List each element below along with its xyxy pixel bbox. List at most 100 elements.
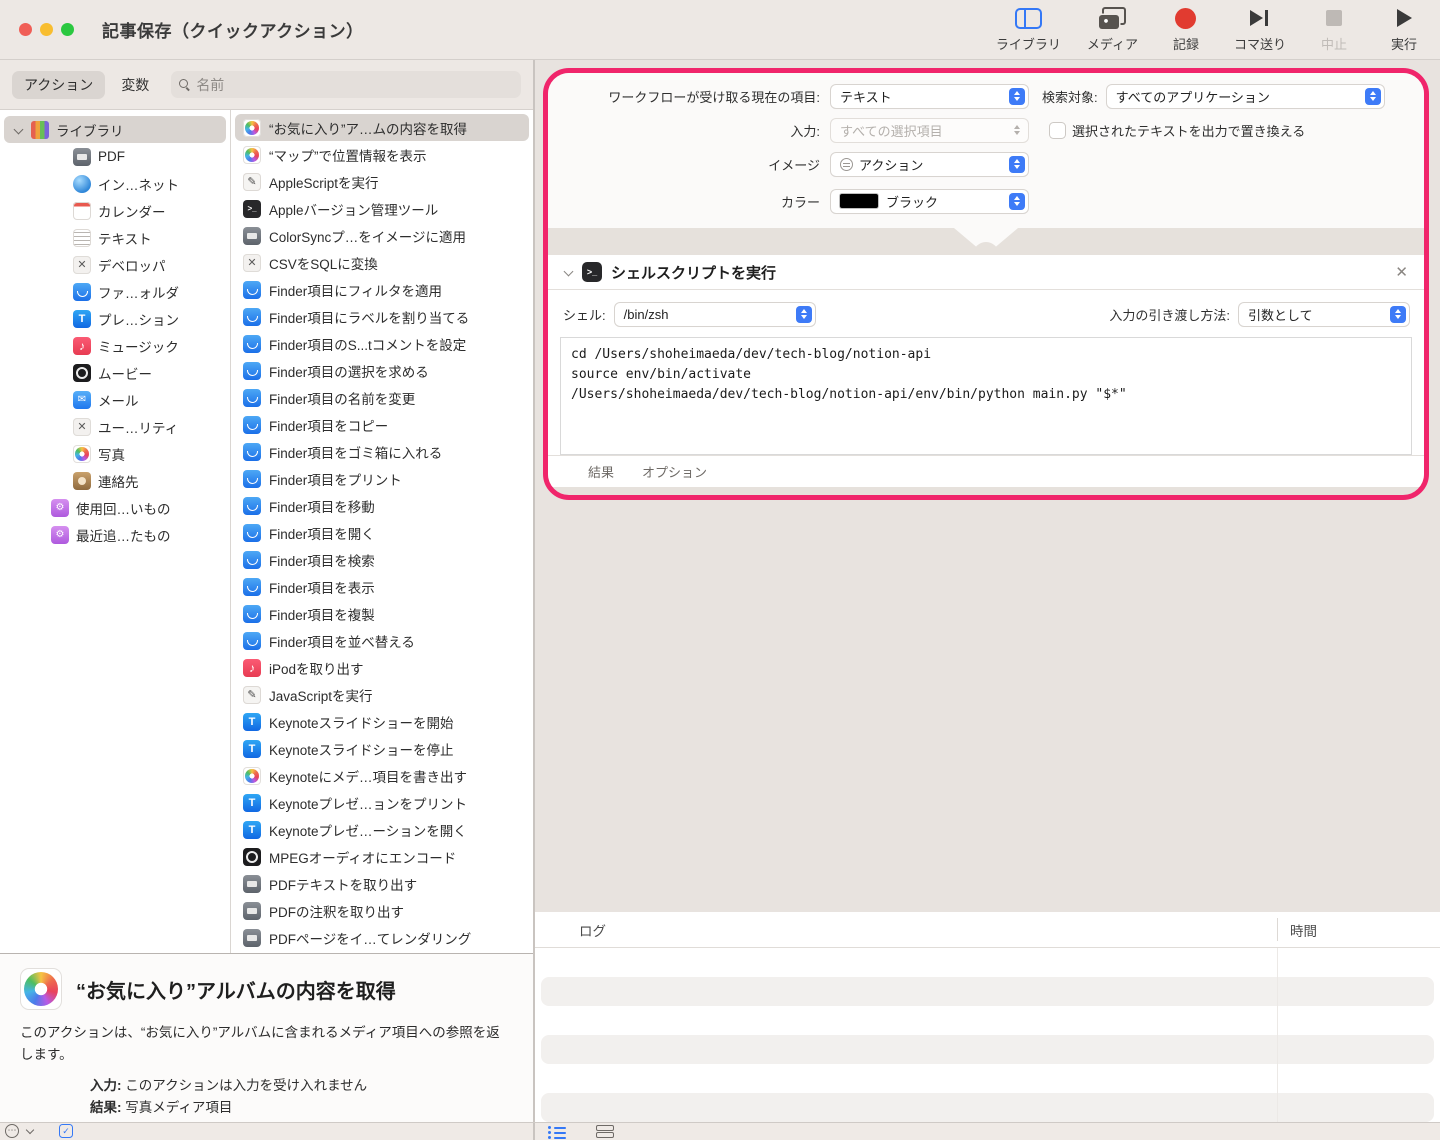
library-tree-item[interactable]: ミュージック [4, 332, 226, 359]
action-list-item[interactable]: Finder項目を並べ替える [235, 627, 529, 654]
run-icon [1396, 9, 1412, 27]
toolbar-button[interactable]: 中止 [1312, 5, 1356, 53]
toolbar-button[interactable]: 記録 [1164, 5, 1208, 53]
minimize-button[interactable] [40, 23, 53, 36]
panels-view-icon[interactable] [596, 1125, 614, 1138]
target-label: 検索対象: [1042, 89, 1098, 105]
search-field[interactable] [171, 71, 521, 98]
action-list-item[interactable]: Finder項目を複製 [235, 600, 529, 627]
close-button[interactable] [19, 23, 32, 36]
action-list-item[interactable]: JavaScriptを実行 [235, 681, 529, 708]
library-tree-item[interactable]: ファ…ォルダ [4, 278, 226, 305]
receives-popup[interactable]: テキスト [831, 84, 1028, 108]
action-list-item[interactable]: PDFテキストを取り出す [235, 870, 529, 897]
toolbar-button[interactable]: 実行 [1382, 5, 1426, 53]
action-connector [548, 228, 1424, 255]
action-list-item[interactable]: Finder項目を表示 [235, 573, 529, 600]
log-row [535, 1006, 1440, 1035]
library-tree-item[interactable]: ライブラリ [4, 116, 226, 143]
action-list-item[interactable]: Keynoteプレゼ…ーションを開く [235, 816, 529, 843]
chevron-down-icon[interactable] [26, 1127, 34, 1135]
library-tree-item[interactable]: ユー…リティ [4, 413, 226, 440]
search-input[interactable] [196, 76, 513, 93]
description-result-label: 結果: [90, 1100, 122, 1116]
action-list-item[interactable]: Finder項目の選択を求める [235, 357, 529, 384]
action-list-item[interactable]: Keynoteスライドショーを開始 [235, 708, 529, 735]
tab-actions[interactable]: アクション [12, 70, 106, 99]
color-label: カラー [780, 194, 820, 210]
log-view-icon[interactable] [548, 1125, 566, 1138]
log-column-header[interactable]: ログ [535, 920, 606, 940]
action-list-item[interactable]: CSVをSQLに変換 [235, 249, 529, 276]
results-link[interactable]: 結果 [588, 462, 614, 481]
shell-label: シェル: [563, 307, 606, 323]
library-tree-item[interactable]: カレンダー [4, 197, 226, 224]
finder-icon [243, 523, 261, 542]
library-tree-item[interactable]: ムービー [4, 359, 226, 386]
action-list-item[interactable]: Finder項目をコピー [235, 411, 529, 438]
action-list-item[interactable]: PDFページをイ…てレンダリング [235, 924, 529, 951]
action-list-item[interactable]: “お気に入り”ア…ムの内容を取得 [235, 114, 529, 141]
replace-output-checkbox[interactable] [1050, 122, 1065, 138]
action-list-item[interactable]: Keynoteプレゼ…ョンをプリント [235, 789, 529, 816]
action-list-item[interactable]: Finder項目をプリント [235, 465, 529, 492]
disclosure-triangle-icon[interactable] [14, 125, 24, 135]
actions-list: “お気に入り”ア…ムの内容を取得 “マップ”で位置情報を表示 AppleScri… [231, 110, 533, 953]
action-list-item[interactable]: Appleバージョン管理ツール [235, 195, 529, 222]
photos-icon [243, 118, 261, 137]
stop-icon [1326, 10, 1342, 26]
library-tree-item[interactable]: デベロッパ [4, 251, 226, 278]
action-list-item[interactable]: Finder項目を検索 [235, 546, 529, 573]
toolbar-button[interactable]: ライブラリ [996, 5, 1061, 53]
pass-input-popup[interactable]: 引数として [1239, 302, 1409, 326]
library-tree-item[interactable]: 最近追…たもの [4, 521, 226, 548]
image-popup[interactable]: アクション [831, 152, 1028, 176]
keynote-icon [243, 712, 261, 731]
zoom-button[interactable] [61, 23, 74, 36]
action-list-item[interactable]: ColorSyncプ…をイメージに適用 [235, 222, 529, 249]
action-list-item[interactable]: PDFの注釈を取り出す [235, 897, 529, 924]
library-tree-item[interactable]: メール [4, 386, 226, 413]
action-list-item[interactable]: Finder項目にラベルを割り当てる [235, 303, 529, 330]
description-title: “お気に入り”アルバムの内容を取得 [76, 980, 396, 1003]
collapse-chevron-icon[interactable] [564, 268, 573, 277]
library-tree-item[interactable]: イン…ネット [4, 170, 226, 197]
action-list-item[interactable]: Finder項目のS...tコメントを設定 [235, 330, 529, 357]
finder-icon [243, 469, 261, 488]
target-popup[interactable]: すべてのアプリケーション [1106, 84, 1384, 108]
action-list-item[interactable]: Finder項目を開く [235, 519, 529, 546]
library-tree-item[interactable]: テキスト [4, 224, 226, 251]
log-panel: ログ 時間 [535, 905, 1440, 1122]
calendar-icon [73, 201, 91, 220]
library-tree-item[interactable]: プレ…ション [4, 305, 226, 332]
action-list-item[interactable]: Finder項目をゴミ箱に入れる [235, 438, 529, 465]
options-link[interactable]: オプション [642, 462, 707, 481]
run-checkbox-icon[interactable]: ✓ [59, 1124, 73, 1138]
action-list-item[interactable]: Finder項目を移動 [235, 492, 529, 519]
action-list-item[interactable]: “マップ”で位置情報を表示 [235, 141, 529, 168]
library-tree-item[interactable]: 写真 [4, 440, 226, 467]
more-options-icon[interactable]: ⋯ [5, 1124, 19, 1138]
toolbar-button[interactable]: メディア [1087, 5, 1138, 53]
time-column-header[interactable]: 時間 [1290, 920, 1317, 940]
remove-action-icon[interactable]: ✕ [1395, 265, 1408, 280]
finder-icon [243, 631, 261, 650]
keynote-icon [73, 309, 91, 328]
action-list-item[interactable]: MPEGオーディオにエンコード [235, 843, 529, 870]
action-list-item[interactable]: Finder項目にフィルタを適用 [235, 276, 529, 303]
library-tree-item[interactable]: PDF [4, 143, 226, 170]
action-list-item[interactable]: iPodを取り出す [235, 654, 529, 681]
shell-script-editor[interactable]: cd /Users/shoheimaeda/dev/tech-blog/noti… [560, 337, 1412, 455]
action-list-item[interactable]: Keynoteにメデ…項目を書き出す [235, 762, 529, 789]
action-list-item[interactable]: Keynoteスライドショーを停止 [235, 735, 529, 762]
tab-variables[interactable]: 変数 [109, 71, 161, 99]
color-popup[interactable]: ブラック [831, 189, 1028, 213]
popup-stepper-icon [795, 305, 812, 323]
library-tree-item[interactable]: 連絡先 [4, 467, 226, 494]
shell-popup[interactable]: /bin/zsh [614, 302, 815, 326]
toolbar-button[interactable]: コマ送り [1234, 5, 1286, 53]
library-tree-item[interactable]: 使用回…いもの [4, 494, 226, 521]
segmented-control: アクション 変数 [12, 70, 161, 99]
action-list-item[interactable]: AppleScriptを実行 [235, 168, 529, 195]
action-list-item[interactable]: Finder項目の名前を変更 [235, 384, 529, 411]
